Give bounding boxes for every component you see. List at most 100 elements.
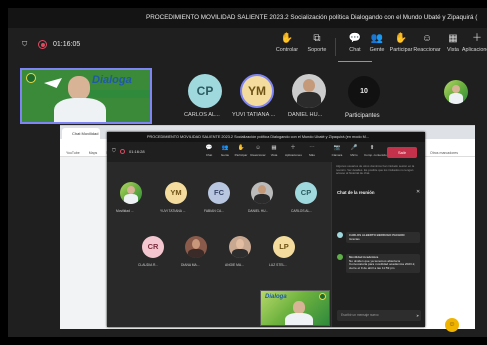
- photo-face: [258, 185, 266, 194]
- chat-avatar: [337, 254, 343, 260]
- toolbar-divider: [335, 38, 336, 56]
- chat-message-input[interactable]: Escribir un mensaje nuevo ➤: [337, 310, 421, 321]
- bookmark[interactable]: Otros marcadores: [430, 149, 458, 157]
- shared-raise-hand-button[interactable]: ✋ Participar: [233, 144, 249, 160]
- shared-people-button[interactable]: 👥 Gente: [217, 144, 233, 160]
- avatar-cp[interactable]: CP: [188, 74, 222, 108]
- participants-label: Participantes: [345, 113, 380, 119]
- paper-plane-icon: [44, 78, 62, 88]
- grid-avatar-photo[interactable]: [185, 236, 207, 258]
- bookmark[interactable]: Maps: [89, 151, 98, 155]
- dialoga-logo: Dialoga: [265, 294, 287, 300]
- logo-banner: [80, 90, 150, 98]
- control-button[interactable]: ✋ Controlar: [270, 32, 304, 62]
- grid-name: CLAUDIA R...: [138, 263, 159, 267]
- shared-camera-button[interactable]: 📷 Cámara: [329, 144, 345, 160]
- shared-share-button[interactable]: ⬆ Comp. contenido: [364, 144, 387, 160]
- support-button[interactable]: ⧉ Soporte: [300, 32, 334, 62]
- shared-more-button[interactable]: ⋯ Más: [304, 144, 320, 160]
- chat-icon: 💬: [205, 145, 213, 151]
- photo-shirt: [449, 93, 463, 104]
- grid-avatar-photo[interactable]: [229, 236, 251, 258]
- more-icon: ⋯: [309, 145, 315, 151]
- grid-name: LUZ STEL...: [269, 263, 288, 267]
- grid-name: ANGIE MA...: [225, 263, 244, 267]
- raise-hand-icon: ✋: [237, 145, 245, 151]
- shield-icon[interactable]: ⛉: [22, 41, 27, 49]
- plus-icon: ＋: [290, 145, 296, 151]
- photo-shirt: [124, 194, 138, 204]
- emoji-icon: ☺: [255, 145, 261, 151]
- participant-count[interactable]: 10: [348, 76, 380, 108]
- participant-grid: Movilidad ... YM YUVI TATIANA ... FC FAB…: [107, 162, 331, 327]
- grid-name: CARLOS AL...: [291, 209, 313, 213]
- grid-name: Movilidad ...: [116, 209, 134, 213]
- chat-avatar: [337, 232, 343, 238]
- shield-icon: ⛉: [112, 148, 116, 154]
- share-icon: ⧉: [313, 33, 321, 44]
- people-icon: 👥: [221, 145, 229, 151]
- chat-bubble: Movilidad Académica No olviden que ya te…: [346, 254, 420, 273]
- photo-face: [236, 239, 244, 249]
- apps-button[interactable]: ＋ Aplicaciones: [460, 32, 487, 62]
- grid-avatar-photo[interactable]: [251, 182, 273, 204]
- shared-apps-button[interactable]: ＋ Aplicaciones: [285, 144, 302, 160]
- participant-name: DANIEL HU...: [288, 112, 323, 118]
- close-icon[interactable]: ✕: [416, 189, 420, 195]
- dialoga-logo: Dialoga: [92, 74, 132, 86]
- screenshot-stage: PROCEDIMIENTO MOVILIDAD SALIENTE 2023.2 …: [0, 0, 487, 345]
- shared-meeting-timer: 01:16:28: [129, 149, 145, 154]
- participant-strip: Dialoga CP CARLOS AL... YM YUVI TATIANA …: [8, 66, 487, 126]
- presenter-shirt: [285, 313, 313, 325]
- recording-icon: [38, 40, 47, 49]
- photo-body: [232, 249, 248, 258]
- grid-avatar-movilidad[interactable]: [120, 182, 142, 204]
- self-video-preview[interactable]: Dialoga: [260, 290, 330, 326]
- shared-mic-button[interactable]: 🎤 Micro: [346, 144, 362, 160]
- grid-icon: ▦: [271, 145, 277, 151]
- speaker-shirt: [54, 98, 106, 122]
- grid-avatar-cp[interactable]: CP: [295, 182, 317, 204]
- bookmark[interactable]: YouTube: [66, 151, 80, 155]
- participant-name: YUVI TATIANA ...: [232, 112, 276, 118]
- camera-icon: 📷: [333, 145, 341, 151]
- shared-meeting-toolbar: ⛉ 01:16:28 💬 Chat 👥 Gente ✋ Participar ☺ Rea…: [107, 142, 425, 162]
- browser-tab[interactable]: Chat Movilidad: [62, 128, 100, 139]
- photo-face: [303, 79, 315, 92]
- avatar-ym[interactable]: YM: [240, 74, 274, 108]
- recording-icon: [120, 149, 125, 154]
- speaker-face: [68, 76, 90, 100]
- chat-title: Chat de la reunión: [337, 190, 375, 195]
- leave-button[interactable]: Salir: [387, 147, 417, 158]
- university-seal-icon: [319, 293, 326, 300]
- shared-react-button[interactable]: ☺ Reaccionar: [250, 144, 266, 160]
- grid-name: YUVI TATIANA ...: [160, 209, 186, 213]
- shared-view-button[interactable]: ▦ Vista: [266, 144, 282, 160]
- chat-notice: Algunos usuarios de otros dominios han i…: [336, 164, 415, 175]
- grid-name: DANIEL HU...: [248, 209, 269, 213]
- photo-suit: [254, 194, 270, 204]
- grid-avatar-ym[interactable]: YM: [165, 182, 187, 204]
- photo-suit: [297, 92, 321, 108]
- send-icon[interactable]: ➤: [416, 310, 419, 321]
- active-speaker-video[interactable]: Dialoga: [20, 68, 152, 124]
- grid-avatar-fc[interactable]: FC: [208, 182, 230, 204]
- grid-avatar-lp[interactable]: LP: [273, 236, 295, 258]
- university-seal-icon: [26, 73, 36, 83]
- chat-bubble: CARLOS ALBERTO BERDUGO PACHON Gracias: [346, 232, 420, 244]
- grid-name: FABIAN CA...: [204, 209, 224, 213]
- grid-name: DIANA MA...: [181, 263, 200, 267]
- help-chat-icon[interactable]: ☺: [445, 318, 459, 332]
- photo-body: [188, 249, 204, 258]
- avatar-movilidad[interactable]: [444, 80, 468, 104]
- meeting-chat-panel: Algunos usuarios de otros dominios han i…: [331, 162, 425, 327]
- photo-face: [452, 85, 460, 93]
- shared-teams-window: PROCEDIMIENTO MOVILIDAD SALIENTE 2023.2 …: [107, 132, 425, 327]
- mic-icon: 🎤: [350, 145, 358, 151]
- meeting-timer: 01:16:05: [53, 41, 81, 48]
- share-icon: ⬆: [369, 145, 375, 151]
- avatar-photo[interactable]: [292, 74, 326, 108]
- grid-avatar-cr[interactable]: CR: [142, 236, 164, 258]
- shared-chat-button[interactable]: 💬 Chat: [201, 144, 217, 160]
- hand-icon: ✋: [280, 33, 294, 44]
